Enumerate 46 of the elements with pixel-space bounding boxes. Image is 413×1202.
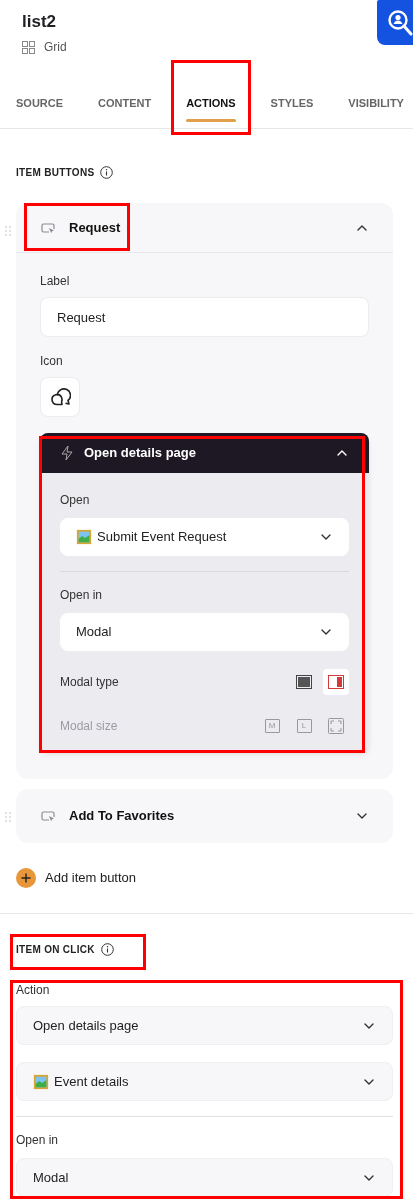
section-heading: ITEM ON CLICK (16, 942, 95, 957)
page-select[interactable]: Event details (16, 1062, 393, 1101)
field-label: Open in (16, 1132, 60, 1148)
button-name: Request (69, 218, 121, 237)
component-type: Grid (44, 39, 67, 56)
button-name: Add To Favorites (69, 807, 175, 826)
field-label: Open (60, 492, 91, 508)
open-in-select[interactable]: Modal (16, 1158, 393, 1197)
action-title: Open details page (84, 444, 196, 463)
drag-handle-icon (5, 226, 11, 236)
info-icon (100, 165, 114, 179)
framed-picture-icon (33, 1073, 49, 1090)
side-panel-icon (328, 675, 344, 689)
chat-bubbles-icon (49, 386, 71, 408)
info-icon (100, 942, 114, 956)
field-label: Action (16, 982, 51, 998)
fullscreen-icon (328, 718, 344, 734)
modal-type-option[interactable] (323, 669, 349, 695)
action-select[interactable]: Open details page (16, 1006, 393, 1045)
filled-square-icon (296, 675, 312, 689)
search-user-button[interactable] (377, 0, 413, 45)
drag-handle-icon (5, 812, 11, 822)
button-icon (40, 809, 56, 823)
tab[interactable]: ACTIONS (186, 79, 236, 128)
tab[interactable]: VISIBILITY (348, 79, 404, 128)
search-icon (387, 8, 413, 37)
tab[interactable]: SOURCE (16, 79, 64, 128)
field-label: Icon (40, 353, 64, 369)
tab[interactable]: CONTENT (98, 79, 152, 128)
add-item-button[interactable]: Add item button (16, 867, 137, 889)
field-label: Open in (60, 587, 104, 603)
field-label: Modal type (60, 674, 119, 690)
page-select[interactable]: Submit Event Request (60, 518, 349, 556)
grid-icon (22, 40, 35, 54)
icon-picker[interactable] (40, 377, 80, 417)
button-icon (40, 220, 56, 235)
label-input[interactable]: Request (40, 297, 369, 337)
lightning-icon (60, 445, 74, 461)
open-in-select[interactable]: Modal (60, 613, 349, 651)
section-heading: ITEM BUTTONS (16, 165, 95, 180)
field-label: Label (40, 273, 71, 289)
tab[interactable]: STYLES (270, 79, 314, 128)
field-label: Modal size (60, 718, 118, 734)
framed-picture-icon (76, 529, 92, 545)
plus-icon (16, 868, 36, 888)
panel-title: list2 (22, 11, 57, 33)
